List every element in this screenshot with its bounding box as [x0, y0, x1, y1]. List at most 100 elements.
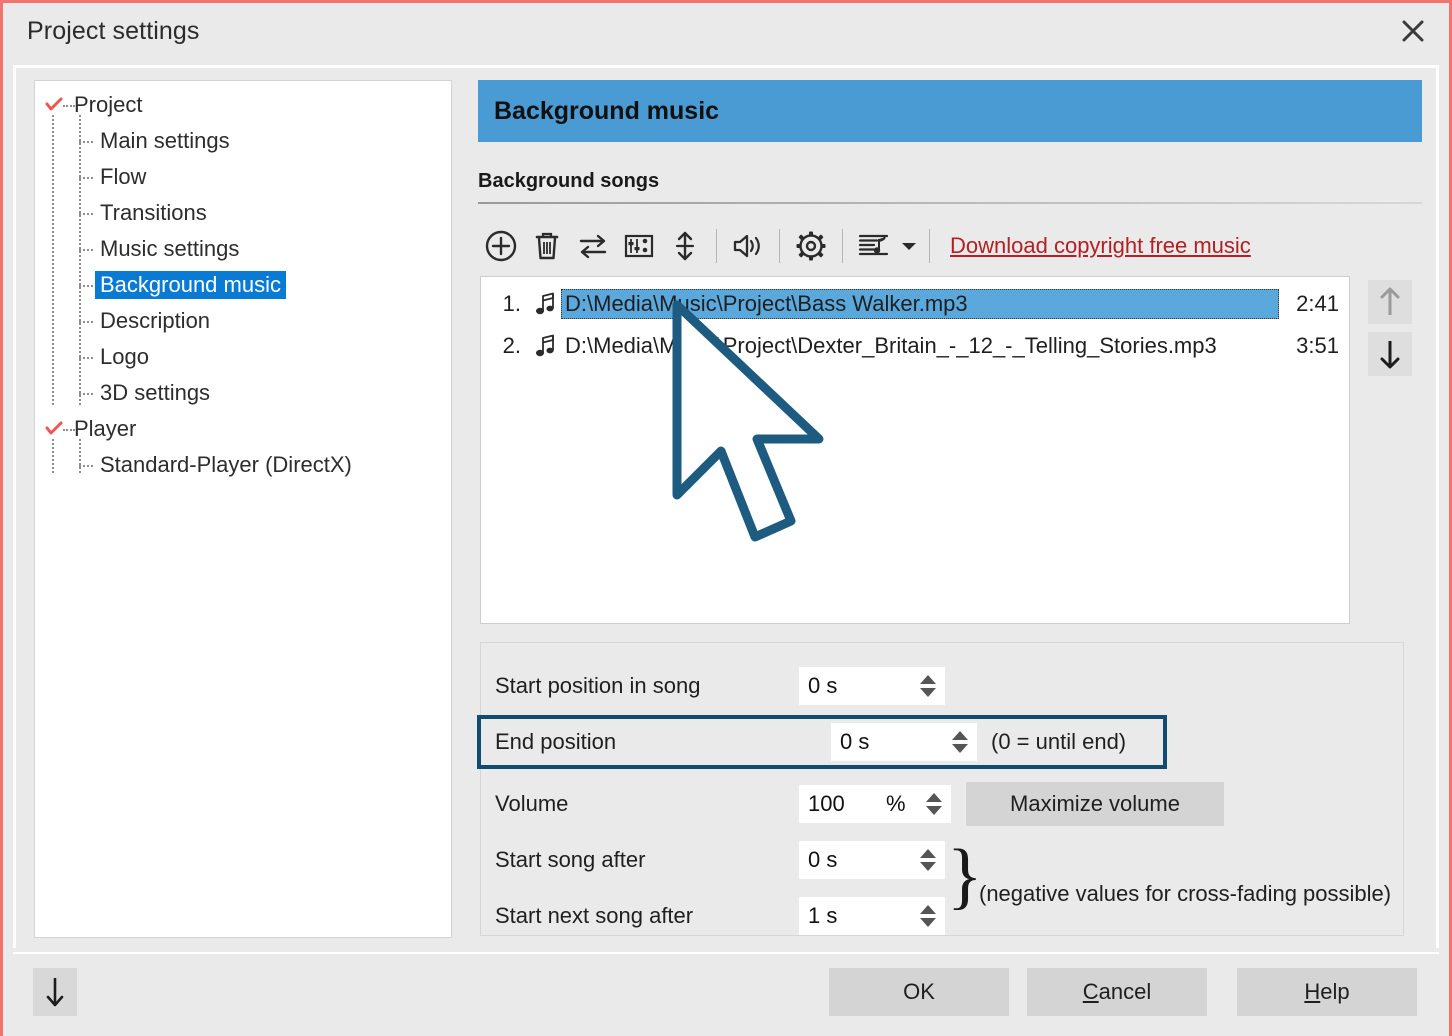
cancel-button[interactable]: Cancel [1027, 968, 1207, 1016]
speaker-icon[interactable] [725, 223, 771, 269]
volume-value: 100 [800, 791, 845, 817]
tree-item-music-settings[interactable]: Music settings [35, 231, 451, 267]
arrow-up-icon [1377, 286, 1403, 318]
background-music-pane: Background music Background songs [468, 80, 1426, 936]
tree-item-project[interactable]: Project [35, 87, 451, 123]
music-list-icon[interactable] [851, 223, 897, 269]
move-song-down-button[interactable] [1368, 332, 1412, 376]
heading-divider [478, 202, 1422, 204]
stepper-arrows[interactable] [920, 905, 936, 927]
toolbar-separator [779, 229, 780, 263]
add-song-icon[interactable] [478, 223, 524, 269]
tree-item-player[interactable]: Player [35, 411, 451, 447]
scroll-down-button[interactable] [33, 968, 77, 1016]
tree-item-label: Background music [95, 271, 286, 299]
end-position-label: End position [495, 729, 616, 755]
stepper-arrows[interactable] [926, 793, 942, 815]
song-list-item[interactable]: 1. D:\Media\Music\Project\Bass Walker.mp… [481, 283, 1349, 325]
maximize-volume-button[interactable]: Maximize volume [966, 782, 1224, 826]
toolbar-separator [929, 229, 930, 263]
tree-item-background-music[interactable]: Background music [35, 267, 451, 303]
tree-item-label: Music settings [95, 235, 244, 263]
start-song-after-row: Start song after 0 s [481, 837, 1403, 883]
subsection-heading: Background songs [478, 170, 659, 193]
arrow-down-icon [43, 975, 67, 1009]
close-icon[interactable] [1387, 7, 1439, 55]
tree-item-description[interactable]: Description [35, 303, 451, 339]
settings-tree[interactable]: Project Main settings Flow Transitions M… [34, 80, 452, 938]
end-position-stepper[interactable]: 0 s [831, 723, 977, 761]
help-accelerator: H [1304, 979, 1320, 1005]
start-song-after-label: Start song after [495, 847, 645, 873]
song-list-item[interactable]: 2. D:\Media\Music\Project\Dexter_Britain… [481, 325, 1349, 367]
red-check-icon[interactable] [45, 96, 63, 114]
tree-item-transitions[interactable]: Transitions [35, 195, 451, 231]
dialog-content: Project Main settings Flow Transitions M… [13, 65, 1439, 948]
delete-song-icon[interactable] [524, 223, 570, 269]
stepper-arrows[interactable] [920, 849, 936, 871]
music-note-icon [529, 334, 561, 358]
tree-item-label: Standard-Player (DirectX) [95, 451, 357, 479]
ok-button[interactable]: OK [829, 968, 1009, 1016]
toolbar-separator [716, 229, 717, 263]
song-duration: 2:41 [1279, 291, 1349, 317]
tree-item-label: 3D settings [95, 379, 215, 407]
tree-item-label: Project [69, 91, 147, 119]
start-position-value: 0 s [800, 673, 837, 699]
start-position-label: Start position in song [495, 673, 700, 699]
start-song-after-stepper[interactable]: 0 s [799, 841, 945, 879]
tree-item-label: Description [95, 307, 215, 335]
volume-row: Volume 100 % Maximize volume [481, 781, 1403, 827]
dialog-footer: OK Cancel Help [13, 952, 1439, 1028]
cancel-label-rest: ancel [1099, 979, 1152, 1005]
updown-arrows-icon[interactable] [662, 223, 708, 269]
move-song-up-button[interactable] [1368, 280, 1412, 324]
song-duration: 3:51 [1279, 333, 1349, 359]
project-settings-window: Project settings [0, 0, 1452, 1036]
tree-item-label: Player [69, 415, 141, 443]
volume-label: Volume [495, 791, 568, 817]
end-position-hint: (0 = until end) [991, 729, 1126, 755]
tree-item-main-settings[interactable]: Main settings [35, 123, 451, 159]
tree-item-label: Transitions [95, 199, 212, 227]
swap-arrows-icon[interactable] [570, 223, 616, 269]
section-banner-title: Background music [494, 97, 719, 126]
start-position-row: Start position in song 0 s [481, 663, 1403, 709]
tree-item-label: Main settings [95, 127, 235, 155]
red-check-icon[interactable] [45, 420, 63, 438]
toolbar-separator [842, 229, 843, 263]
gear-icon[interactable] [788, 223, 834, 269]
start-next-song-after-value: 1 s [800, 903, 837, 929]
tree-item-label: Flow [95, 163, 151, 191]
stepper-arrows[interactable] [920, 675, 936, 697]
window-title: Project settings [27, 17, 200, 46]
song-list[interactable]: 1. D:\Media\Music\Project\Bass Walker.mp… [480, 276, 1350, 624]
end-position-value: 0 s [832, 729, 869, 755]
tree-item-flow[interactable]: Flow [35, 159, 451, 195]
tree-item-logo[interactable]: Logo [35, 339, 451, 375]
arrow-down-icon [1377, 338, 1403, 370]
start-position-stepper[interactable]: 0 s [799, 667, 945, 705]
end-position-row: End position 0 s (0 = until end) [477, 715, 1167, 769]
cancel-accelerator: C [1083, 979, 1099, 1005]
download-copyright-free-music-link[interactable]: Download copyright free music [950, 233, 1251, 259]
tree-item-label: Logo [95, 343, 154, 371]
help-button[interactable]: Help [1237, 968, 1417, 1016]
help-label-rest: elp [1320, 979, 1349, 1005]
tree-item-standard-player[interactable]: Standard-Player (DirectX) [35, 447, 451, 483]
section-banner: Background music [478, 80, 1422, 142]
song-index: 2. [481, 333, 529, 359]
title-bar: Project settings [3, 3, 1449, 65]
song-path: D:\Media\Music\Project\Dexter_Britain_-_… [561, 331, 1279, 361]
music-note-icon [529, 292, 561, 316]
brace-symbol: } [947, 839, 983, 913]
volume-stepper[interactable]: 100 % [799, 785, 951, 823]
mixer-icon[interactable] [616, 223, 662, 269]
song-path: D:\Media\Music\Project\Bass Walker.mp3 [561, 289, 1279, 319]
tree-item-3d-settings[interactable]: 3D settings [35, 375, 451, 411]
chevron-down-icon[interactable] [897, 223, 921, 269]
start-next-song-after-stepper[interactable]: 1 s [799, 897, 945, 935]
start-song-after-value: 0 s [800, 847, 837, 873]
stepper-arrows[interactable] [952, 731, 968, 753]
cross-fade-hint: (negative values for cross-fading possib… [979, 881, 1391, 907]
